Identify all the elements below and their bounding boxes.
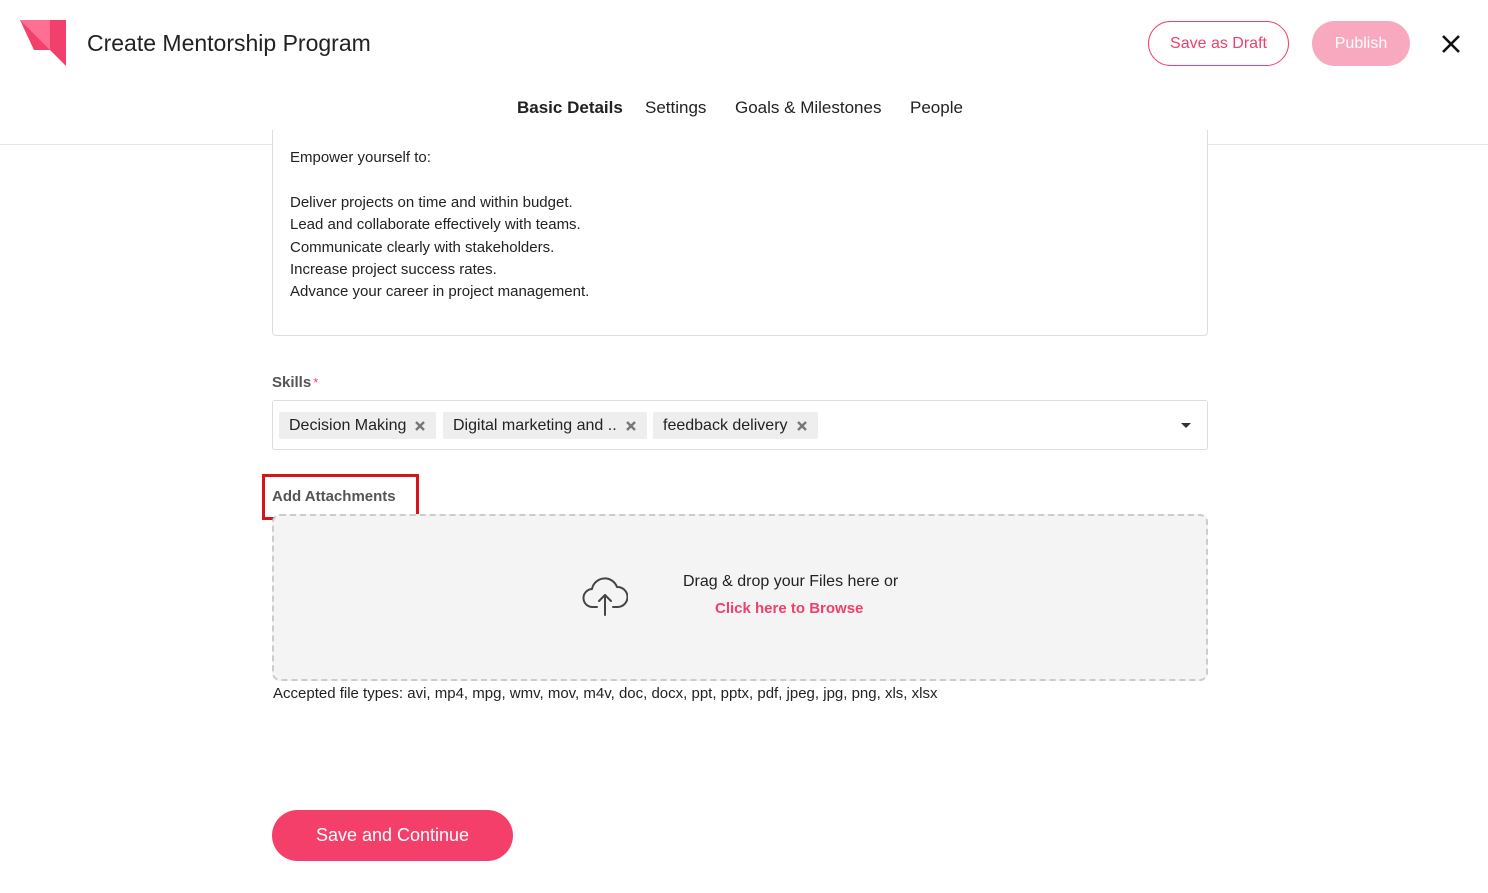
skills-label: Skills * xyxy=(272,374,319,391)
required-asterisk: * xyxy=(313,375,319,390)
brand-logo-icon xyxy=(20,20,66,66)
skill-chip: feedback delivery xyxy=(653,412,818,439)
browse-files-link[interactable]: Click here to Browse xyxy=(715,600,863,617)
remove-chip-icon[interactable] xyxy=(625,420,637,432)
save-as-draft-button[interactable]: Save as Draft xyxy=(1148,21,1289,66)
skill-chip-label: feedback delivery xyxy=(663,416,788,434)
skill-chip: Digital marketing and .. xyxy=(443,412,647,439)
remove-chip-icon[interactable] xyxy=(796,420,808,432)
page-title: Create Mentorship Program xyxy=(87,30,371,56)
dropzone-instruction: Drag & drop your Files here or xyxy=(683,573,899,590)
description-line: Advance your career in project managemen… xyxy=(290,283,590,300)
description-line: Increase project success rates. xyxy=(290,261,497,278)
file-dropzone[interactable] xyxy=(272,514,1208,681)
header-bar: Create Mentorship Program Save as Draft … xyxy=(0,0,1488,145)
description-line: Lead and collaborate effectively with te… xyxy=(290,216,581,233)
description-line: Empower yourself to: xyxy=(290,149,431,166)
dropdown-caret-icon[interactable] xyxy=(1181,423,1191,428)
skill-chip-label: Decision Making xyxy=(289,416,407,434)
skill-chip: Decision Making xyxy=(279,412,437,439)
save-and-continue-button[interactable]: Save and Continue xyxy=(272,810,513,861)
skill-chip-label: Digital marketing and .. xyxy=(453,416,617,434)
accepted-file-types: Accepted file types: avi, mp4, mpg, wmv,… xyxy=(273,685,938,702)
description-line: Deliver projects on time and within budg… xyxy=(290,194,573,211)
cloud-upload-icon xyxy=(582,577,628,616)
publish-button[interactable]: Publish xyxy=(1312,21,1410,66)
skills-multiselect[interactable]: Decision Making Digital marketing and ..… xyxy=(272,400,1208,450)
description-line: Communicate clearly with stakeholders. xyxy=(290,239,555,256)
remove-chip-icon[interactable] xyxy=(414,420,426,432)
close-icon[interactable] xyxy=(1438,31,1464,57)
